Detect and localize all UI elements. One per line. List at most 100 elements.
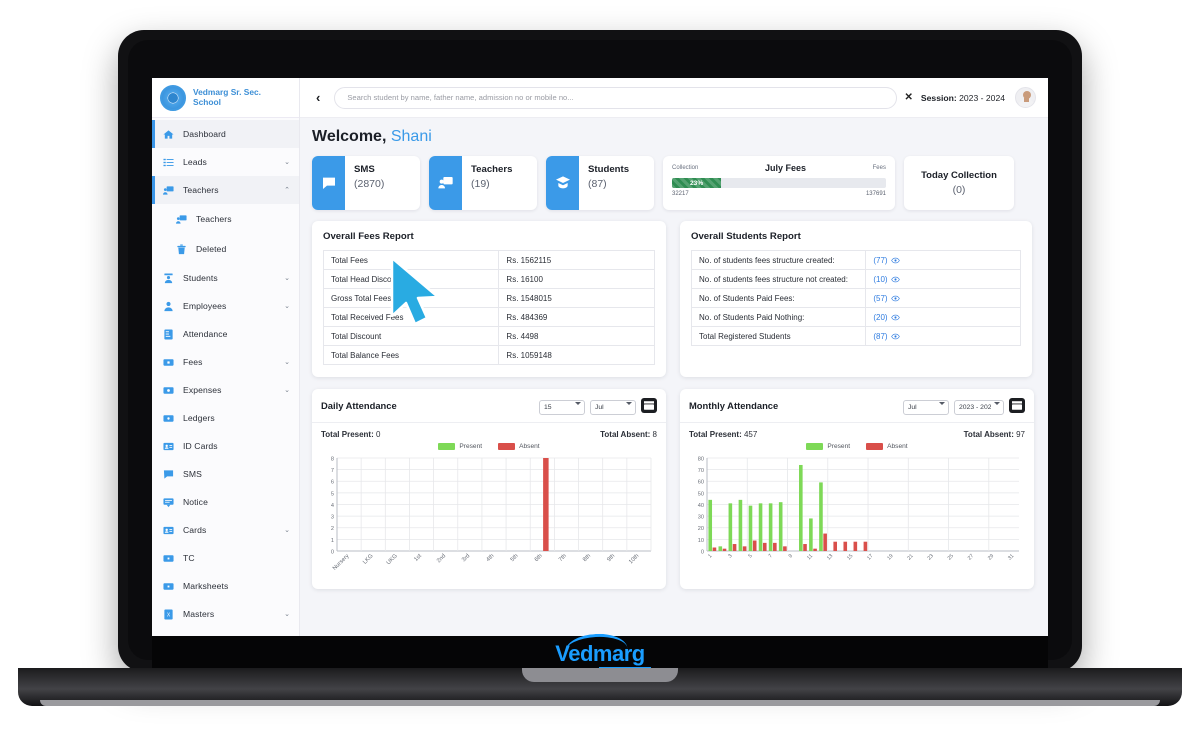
stat-card-text: Teachers (19) — [462, 156, 512, 210]
day-select[interactable]: 15 — [539, 400, 585, 415]
fees-label: Fees — [872, 165, 886, 171]
monthly-month-select[interactable]: Jul — [903, 400, 949, 415]
stat-title: SMS — [354, 164, 375, 175]
sidebar-item-cards[interactable]: Cards ⌄ — [152, 516, 299, 544]
x-axis-label: 17 — [866, 553, 874, 561]
search-input[interactable] — [334, 86, 897, 109]
stat-count: (87) — [588, 178, 607, 190]
back-icon[interactable]: ‹ — [312, 90, 324, 105]
avatar[interactable] — [1015, 87, 1036, 108]
legend-label: Present — [827, 443, 851, 450]
eye-icon[interactable] — [890, 314, 900, 321]
svg-text:4: 4 — [331, 503, 334, 509]
collected-amount: 32217 — [672, 191, 689, 197]
legend-swatch — [806, 443, 824, 450]
stat-card-students[interactable]: Students (87) — [546, 156, 654, 210]
welcome-prefix: Welcome, — [312, 128, 387, 145]
sidebar-item-id-cards[interactable]: ID Cards — [152, 432, 299, 460]
row-value[interactable]: (57) — [865, 288, 1021, 308]
daily-total-present: Total Present: 0 — [321, 430, 381, 439]
sidebar-subitem-teachers[interactable]: Teachers — [152, 204, 299, 234]
svg-text:20: 20 — [698, 526, 704, 532]
sidebar-item-attendance[interactable]: Attendance — [152, 320, 299, 348]
svg-text:30: 30 — [698, 515, 704, 521]
overall-fees-report-title: Overall Fees Report — [323, 231, 414, 242]
row-value: Rs. 1548015 — [498, 288, 655, 308]
daily-attendance-chart: 0 1 2 3 4 5 6 7 8 Nursery LKG UKG 1st 2nd 3rd 4th 5th 6th… — [312, 453, 666, 589]
bar-absent-4 — [742, 546, 747, 551]
svg-text:7: 7 — [331, 468, 334, 474]
daily-month-select[interactable]: Jul — [590, 400, 636, 415]
month-select-wrap: Jul — [590, 396, 636, 415]
row-value[interactable]: (20) — [865, 307, 1021, 327]
table-row: No. of Students Paid Nothing: (20) — [690, 307, 1021, 327]
eye-icon[interactable] — [890, 295, 900, 302]
chevron-down-icon[interactable]: ⌄ — [284, 158, 290, 166]
x-axis-label: 13 — [826, 553, 834, 561]
chevron-down-icon[interactable]: ⌄ — [284, 274, 290, 282]
chevron-down-icon[interactable]: ⌄ — [284, 526, 290, 534]
monthly-attendance-chart: 0 10 20 30 40 50 60 70 80 1 3 5 7 9 11 13 15 17 19 21 23 25 27… — [680, 453, 1034, 589]
reports-row: Overall Fees Report Total Fees Rs. 156211… — [312, 221, 1036, 377]
sidebar-item-label: Teachers — [183, 185, 219, 195]
chevron-down-icon[interactable]: ⌄ — [284, 386, 290, 394]
sidebar-item-sms[interactable]: SMS — [152, 460, 299, 488]
legend-label: Present — [459, 443, 483, 450]
sidebar-item-fees[interactable]: Fees ⌄ — [152, 348, 299, 376]
stat-card-sms[interactable]: SMS (2870) — [312, 156, 420, 210]
eye-icon[interactable] — [890, 333, 900, 340]
sidebar-item-students[interactable]: Students ⌄ — [152, 264, 299, 292]
row-value: Rs. 1059148 — [498, 345, 655, 365]
clear-search-icon[interactable]: ✕ — [905, 92, 913, 103]
x-axis-label: 15 — [846, 553, 854, 561]
eye-icon[interactable] — [890, 276, 900, 283]
expenses-icon — [163, 385, 174, 396]
monthly-attendance-title: Monthly Attendance — [689, 400, 779, 411]
sidebar-item-masters[interactable]: X Masters ⌄ — [152, 600, 299, 628]
calendar-icon[interactable] — [641, 398, 657, 413]
year-select[interactable]: 2023 - 2024 — [954, 400, 1004, 415]
overall-students-report-title: Overall Students Report — [691, 231, 801, 242]
row-value[interactable]: (10) — [865, 269, 1021, 289]
daily-attendance-panel: Daily Attendance 15 Jul Total Present: 0… — [312, 389, 666, 589]
chevron-down-icon[interactable]: ⌄ — [284, 302, 290, 310]
row-value[interactable]: (77) — [865, 250, 1021, 270]
sidebar-item-dashboard[interactable]: Dashboard — [152, 120, 299, 148]
sidebar-item-notice[interactable]: Notice — [152, 488, 299, 516]
sidebar-item-employees[interactable]: Employees ⌄ — [152, 292, 299, 320]
sidebar-logo[interactable]: Vedmarg Sr. Sec. School — [152, 78, 299, 118]
sidebar-item-marksheets[interactable]: Marksheets — [152, 572, 299, 600]
table-row: Total Received Fees Rs. 484369 — [322, 307, 655, 327]
session-value: 2023 - 2024 — [959, 92, 1005, 103]
chevron-down-icon[interactable]: ⌄ — [284, 610, 290, 618]
x-axis-label: 29 — [987, 553, 995, 561]
sidebar-item-tc[interactable]: TC — [152, 544, 299, 572]
sidebar-subitem-deleted[interactable]: Deleted — [152, 234, 299, 264]
bar-absent-16 — [863, 541, 868, 551]
table-row: Total Balance Fees Rs. 1059148 — [322, 345, 655, 365]
chevron-down-icon[interactable]: ⌄ — [284, 358, 290, 366]
bar-present-1 — [708, 499, 713, 551]
bar-absent-12 — [823, 533, 827, 551]
sidebar-item-label: Cards — [183, 525, 207, 535]
x-axis-label: 5 — [747, 553, 753, 559]
stat-card-text: SMS (2870) — [345, 156, 384, 210]
chevron-up-icon[interactable]: ⌃ — [284, 186, 290, 194]
fees-report-table: Total Fees Rs. 1562115 Total Head Discount… — [322, 250, 655, 365]
eye-icon[interactable] — [890, 257, 900, 264]
sidebar-item-leads[interactable]: Leads ⌄ — [152, 148, 299, 176]
teacher-icon — [163, 185, 174, 196]
legend-swatch — [438, 443, 456, 450]
sidebar-item-expenses[interactable]: Expenses ⌄ — [152, 376, 299, 404]
legend-label: Absent — [519, 443, 540, 450]
calendar-icon[interactable] — [1009, 398, 1025, 413]
sidebar-item-label: Fees — [183, 357, 203, 367]
search-container: ✕ — [334, 86, 913, 109]
bar-present-8 — [778, 502, 783, 551]
sidebar-item-teachers[interactable]: Teachers ⌃ — [152, 176, 299, 204]
sidebar-item-ledgers[interactable]: Ledgers — [152, 404, 299, 432]
table-row: No. of students fees structure not creat… — [690, 269, 1021, 289]
bar-absent-7 — [773, 542, 777, 551]
row-value[interactable]: (87) — [865, 326, 1021, 346]
stat-card-teachers[interactable]: Teachers (19) — [429, 156, 537, 210]
